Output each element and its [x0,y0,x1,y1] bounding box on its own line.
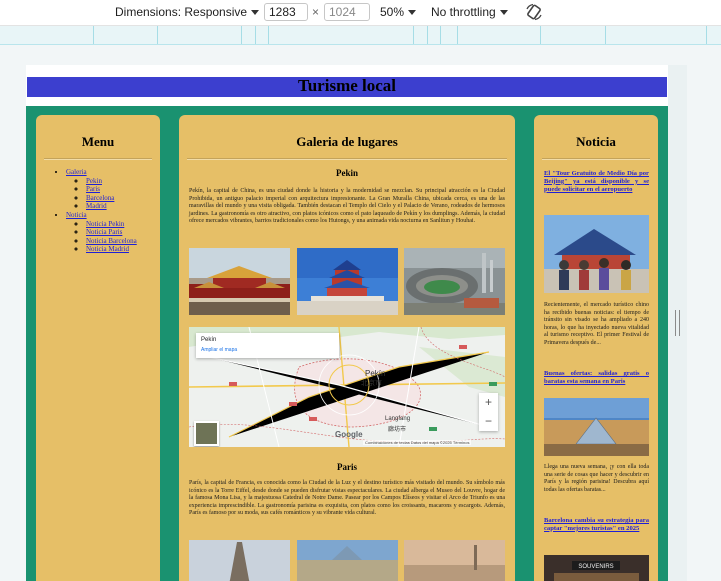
menu-link-noticia[interactable]: Noticia [66,211,87,219]
news-link-barcelona[interactable]: Barcelona cambia su estrategia para capt… [544,517,649,533]
paris-text: París, la capital de Francia, es conocid… [189,480,505,517]
map-place-name: Pekín [201,337,217,343]
menu-item-galeria: Galeria Pekin Paris Barcelona Madrid [66,168,137,211]
chevron-down-icon [408,10,417,16]
news-link-paris-offers[interactable]: Buenas ofertas: salidas gratis o baratas… [544,370,649,386]
paris-skyline-photo[interactable] [404,540,505,581]
souvenir-sign-text: SOUVENIRS [578,564,613,570]
birds-nest-stadium-photo[interactable] [404,248,505,315]
louvre-pyramid-photo[interactable] [544,398,649,456]
beijing-tourists-photo[interactable] [544,215,649,293]
barcelona-souvenir-shop-photo[interactable]: SOUVENIRS [544,555,649,581]
divider [187,158,507,159]
pekin-map-embed[interactable]: Pekín Ampliar el mapa Pekín 北京市 Langfang… [189,327,505,447]
dimensions-label: Dimensions: Responsive [115,5,248,19]
paris-title: Paris [337,462,357,472]
throttling-dropdown[interactable]: No throttling [431,5,508,19]
map-city-label: Pekín [365,369,386,378]
page-viewport: Turisme local Menu Galeria Pekin Paris B… [26,65,668,581]
throttling-label: No throttling [431,5,496,19]
google-logo: Google [335,430,363,439]
map-town-label-cn: 廊坊市 [388,427,407,433]
map-zoom-controls: + − [479,393,498,431]
map-enlarge-link[interactable]: Ampliar el mapa [201,347,237,353]
menu-panel: Menu Galeria Pekin Paris Barcelona Madri… [36,115,160,581]
menu-link-pekin[interactable]: Pekin [86,177,102,185]
width-input[interactable]: 1283 [264,3,308,21]
news-heading: Noticia [576,134,616,149]
menu-link-barcelona[interactable]: Barcelona [86,194,114,202]
site-title: Turisme local [297,76,397,95]
louvre-photo[interactable] [297,540,398,581]
map-attribution[interactable]: Combinaciones de teclas Datos del mapa ©… [363,440,472,445]
gallery-heading: Galeria de lugares [296,134,398,149]
media-query-ruler[interactable] [0,26,721,45]
map-town-label: Langfang [385,416,411,422]
pekin-title: Pekin [335,168,358,178]
divider [542,158,650,159]
chevron-down-icon [251,10,260,16]
menu-item-noticia: Noticia Noticia Pekin Noticia Paris Noti… [66,211,137,254]
news-text-paris-offers: Llega una nueva semana, ¡y con ella toda… [544,464,649,493]
menu-heading: Menu [81,134,115,149]
times-icon: × [312,5,320,19]
zoom-label: 50% [380,5,405,19]
divider [44,158,152,159]
menu-list: Galeria Pekin Paris Barcelona Madrid Not… [56,168,137,254]
news-panel: Noticia El "Tour Gratuito de Medio Día p… [534,115,658,581]
rotate-icon[interactable] [525,3,543,21]
menu-link-noticia-paris[interactable]: Noticia Paris [86,228,122,236]
map-satellite-toggle[interactable] [194,421,219,446]
news-link-beijing-tour[interactable]: El "Tour Gratuito de Medio Día por Beiji… [544,170,649,193]
dimensions-dropdown[interactable]: Dimensions: Responsive [115,5,260,19]
pekin-text: Pekín, la capital de China, es una ciuda… [189,188,505,225]
site-header: Turisme local [26,65,668,106]
gallery-panel: Galeria de lugares Pekin Pekín, la capit… [179,115,515,581]
eiffel-tower-photo[interactable] [189,540,290,581]
menu-link-madrid[interactable]: Madrid [86,202,107,210]
zoom-out-button[interactable]: − [479,412,498,431]
menu-link-noticia-barcelona[interactable]: Noticia Barcelona [86,237,137,245]
zoom-dropdown[interactable]: 50% [380,5,417,19]
menu-link-paris[interactable]: Paris [86,185,100,193]
menu-link-noticia-madrid[interactable]: Noticia Madrid [86,245,129,253]
resize-handle[interactable] [674,310,682,336]
menu-link-galeria[interactable]: Galeria [66,168,87,176]
height-input[interactable]: 1024 [324,3,370,21]
zoom-in-button[interactable]: + [479,393,498,412]
map-city-label-cn: 北京市 [361,380,382,387]
map-place-card: Pekín Ampliar el mapa [196,333,339,358]
devtools-device-toolbar: Dimensions: Responsive 1283 × 1024 50% N… [0,0,721,26]
news-text-beijing-tour: Recientemente, el mercado turístico chin… [544,302,649,346]
temple-of-heaven-photo[interactable] [297,248,398,315]
forbidden-city-photo[interactable] [189,248,290,315]
chevron-down-icon [499,10,508,16]
menu-link-noticia-pekin[interactable]: Noticia Pekin [86,220,124,228]
